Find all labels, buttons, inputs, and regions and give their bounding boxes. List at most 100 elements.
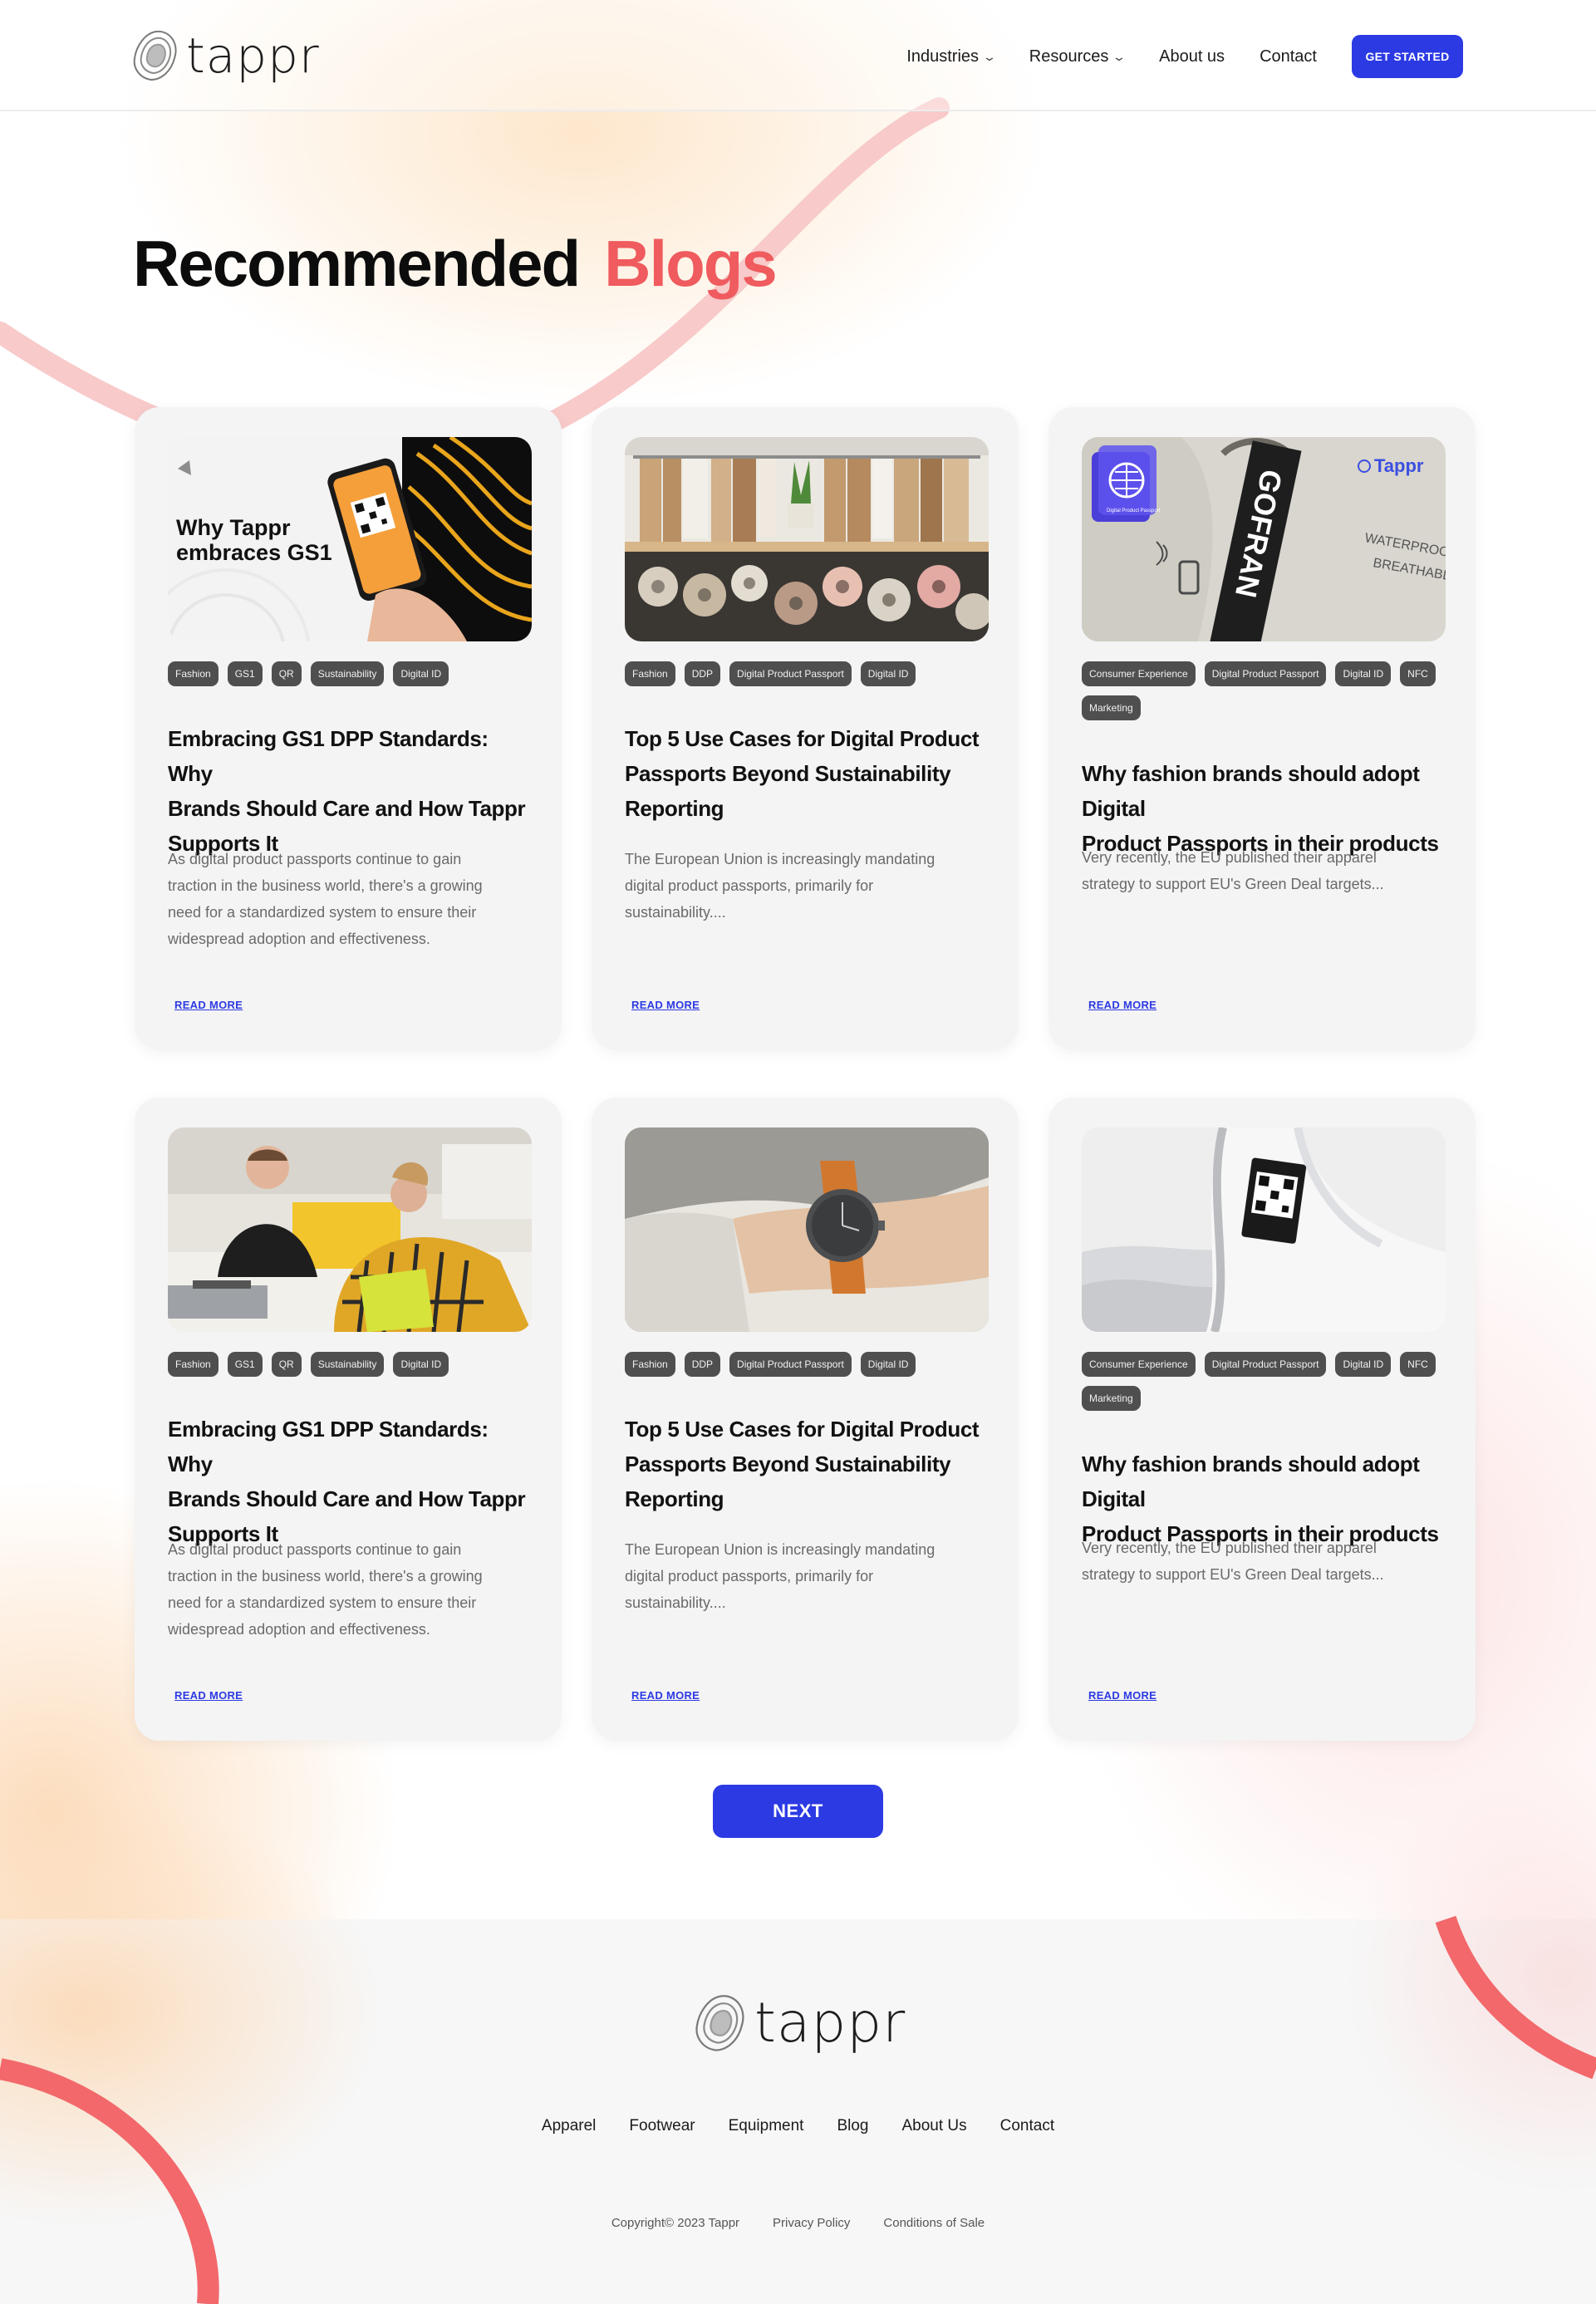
- blog-card-image[interactable]: Why Tappr embraces GS1: [168, 437, 532, 641]
- tag[interactable]: Sustainability: [310, 1352, 385, 1377]
- get-started-button[interactable]: GET STARTED: [1352, 35, 1463, 78]
- page-title: Recommended Blogs: [133, 231, 778, 296]
- tag-list: Fashion DDP Digital Product Passport Dig…: [625, 1352, 990, 1386]
- blog-card-image[interactable]: [625, 1127, 989, 1332]
- excerpt-line: Very recently, the EU published their ap…: [1082, 849, 1377, 866]
- tag[interactable]: GS1: [227, 1352, 263, 1377]
- read-more-link[interactable]: READ MORE: [631, 1689, 700, 1702]
- tag[interactable]: Digital ID: [393, 661, 449, 686]
- blog-card-title[interactable]: Top 5 Use Cases for Digital Product Pass…: [625, 1412, 990, 1516]
- tag[interactable]: Digital Product Passport: [729, 1352, 852, 1377]
- tag[interactable]: Digital ID: [860, 1352, 916, 1377]
- excerpt-line: strategy to support EU's Green Deal targ…: [1082, 876, 1384, 892]
- people-laughing-image: [168, 1127, 532, 1332]
- tag[interactable]: Digital Product Passport: [1204, 661, 1327, 686]
- read-more-link[interactable]: READ MORE: [1088, 1689, 1156, 1702]
- nav-label: Resources: [1029, 47, 1109, 66]
- excerpt-line: widespread adoption and effectiveness.: [168, 931, 430, 947]
- tag-list: Consumer Experience Digital Product Pass…: [1082, 1352, 1447, 1420]
- tag[interactable]: Marketing: [1082, 1386, 1141, 1411]
- tag[interactable]: DDP: [684, 661, 721, 686]
- footer-link-about-us[interactable]: About Us: [901, 2117, 966, 2135]
- excerpt-line: traction in the business world, there's …: [168, 877, 483, 894]
- blog-card-excerpt: Very recently, the EU published their ap…: [1082, 1535, 1447, 1588]
- gs1-promo-image: Why Tappr embraces GS1: [168, 437, 532, 641]
- blog-card: Consumer Experience Digital Product Pass…: [1048, 1098, 1476, 1741]
- privacy-policy-link[interactable]: Privacy Policy: [773, 2216, 850, 2230]
- tag[interactable]: NFC: [1400, 1352, 1436, 1377]
- tag[interactable]: Digital ID: [1335, 1352, 1392, 1377]
- blog-card-image[interactable]: [168, 1127, 532, 1332]
- tag[interactable]: Digital Product Passport: [729, 661, 852, 686]
- tag[interactable]: QR: [271, 1352, 302, 1377]
- blog-card: Why Tappr embraces GS1 Fashion GS1 QR Su…: [135, 407, 562, 1050]
- tag-list: Fashion GS1 QR Sustainability Digital ID: [168, 1352, 533, 1386]
- tag[interactable]: Digital Product Passport: [1204, 1352, 1327, 1377]
- tag[interactable]: Digital ID: [393, 1352, 449, 1377]
- excerpt-line: sustainability....: [625, 904, 726, 921]
- blog-card-image[interactable]: [1082, 1127, 1446, 1332]
- site-footer: tappr Apparel Footwear Equipment Blog Ab…: [0, 1919, 1596, 2304]
- nav-industries[interactable]: Industries ⌄: [906, 47, 996, 66]
- tag[interactable]: Consumer Experience: [1082, 661, 1196, 686]
- brand-logo[interactable]: tappr: [131, 28, 320, 83]
- footer-link-contact[interactable]: Contact: [1000, 2117, 1054, 2135]
- qr-garment-image: [1082, 1127, 1446, 1332]
- title-line: Top 5 Use Cases for Digital Product: [625, 1417, 980, 1442]
- blog-card: GOFRAN Digital Product Passport Tappr WA…: [1048, 407, 1476, 1050]
- blog-card-title[interactable]: Embracing GS1 DPP Standards: Why Brands …: [168, 721, 533, 861]
- tag[interactable]: GS1: [227, 661, 263, 686]
- title-line: Top 5 Use Cases for Digital Product: [625, 726, 980, 751]
- tag[interactable]: DDP: [684, 1352, 721, 1377]
- blog-card-image[interactable]: [625, 437, 989, 641]
- nav-about-us[interactable]: About us: [1159, 47, 1225, 66]
- title-line: Embracing GS1 DPP Standards: Why: [168, 1417, 489, 1476]
- tag[interactable]: Digital ID: [1335, 661, 1392, 686]
- tag[interactable]: Sustainability: [310, 661, 385, 686]
- read-more-link[interactable]: READ MORE: [174, 999, 243, 1011]
- nav-label: Contact: [1260, 47, 1317, 66]
- brand-name: tappr: [186, 27, 320, 84]
- blog-card-image[interactable]: GOFRAN Digital Product Passport Tappr WA…: [1082, 437, 1446, 641]
- next-page-button[interactable]: NEXT: [713, 1785, 883, 1838]
- tag-list: Fashion DDP Digital Product Passport Dig…: [625, 661, 990, 695]
- read-more-link[interactable]: READ MORE: [1088, 999, 1156, 1011]
- blog-card-title[interactable]: Top 5 Use Cases for Digital Product Pass…: [625, 721, 990, 826]
- excerpt-line: The European Union is increasingly manda…: [625, 851, 936, 867]
- tag[interactable]: Fashion: [168, 661, 219, 686]
- blog-card: Fashion DDP Digital Product Passport Dig…: [592, 407, 1019, 1050]
- tag[interactable]: NFC: [1400, 661, 1436, 686]
- footer-nav: Apparel Footwear Equipment Blog About Us…: [0, 2117, 1596, 2135]
- title-line: Why fashion brands should adopt Digital: [1082, 1452, 1420, 1511]
- tag[interactable]: Digital ID: [860, 661, 916, 686]
- tag[interactable]: Fashion: [625, 661, 675, 686]
- tag[interactable]: Fashion: [625, 1352, 675, 1377]
- site-header: tappr Industries ⌄ Resources ⌄ About us …: [0, 0, 1596, 111]
- tappr-logo-icon: [133, 30, 177, 81]
- image-caption: Why Tappr: [176, 515, 291, 540]
- read-more-link[interactable]: READ MORE: [631, 999, 700, 1011]
- jacket-label-image: GOFRAN Digital Product Passport Tappr WA…: [1082, 437, 1446, 641]
- garment-rack-image: [625, 437, 989, 641]
- nav-resources[interactable]: Resources ⌄: [1029, 47, 1127, 66]
- footer-link-equipment[interactable]: Equipment: [729, 2117, 804, 2135]
- footer-logo[interactable]: tappr: [693, 1992, 906, 2054]
- blog-card: Fashion GS1 QR Sustainability Digital ID…: [135, 1098, 562, 1741]
- tag[interactable]: Consumer Experience: [1082, 1352, 1196, 1377]
- brand-name: tappr: [754, 1991, 906, 2055]
- footer-legal: Copyright© 2023 Tappr Privacy Policy Con…: [0, 2216, 1596, 2230]
- image-caption: embraces GS1: [176, 540, 332, 565]
- nav-contact[interactable]: Contact: [1260, 47, 1317, 66]
- excerpt-line: digital product passports, primarily for: [625, 877, 874, 894]
- tag[interactable]: Fashion: [168, 1352, 219, 1377]
- tag[interactable]: Marketing: [1082, 695, 1141, 720]
- tag-list: Fashion GS1 QR Sustainability Digital ID: [168, 661, 533, 695]
- footer-link-footwear[interactable]: Footwear: [629, 2117, 695, 2135]
- excerpt-line: As digital product passports continue to…: [168, 1541, 462, 1558]
- read-more-link[interactable]: READ MORE: [174, 1689, 243, 1702]
- tag[interactable]: QR: [271, 661, 302, 686]
- blog-card-title[interactable]: Embracing GS1 DPP Standards: Why Brands …: [168, 1412, 533, 1551]
- footer-link-blog[interactable]: Blog: [837, 2117, 868, 2135]
- conditions-of-sale-link[interactable]: Conditions of Sale: [883, 2216, 985, 2230]
- footer-link-apparel[interactable]: Apparel: [542, 2117, 597, 2135]
